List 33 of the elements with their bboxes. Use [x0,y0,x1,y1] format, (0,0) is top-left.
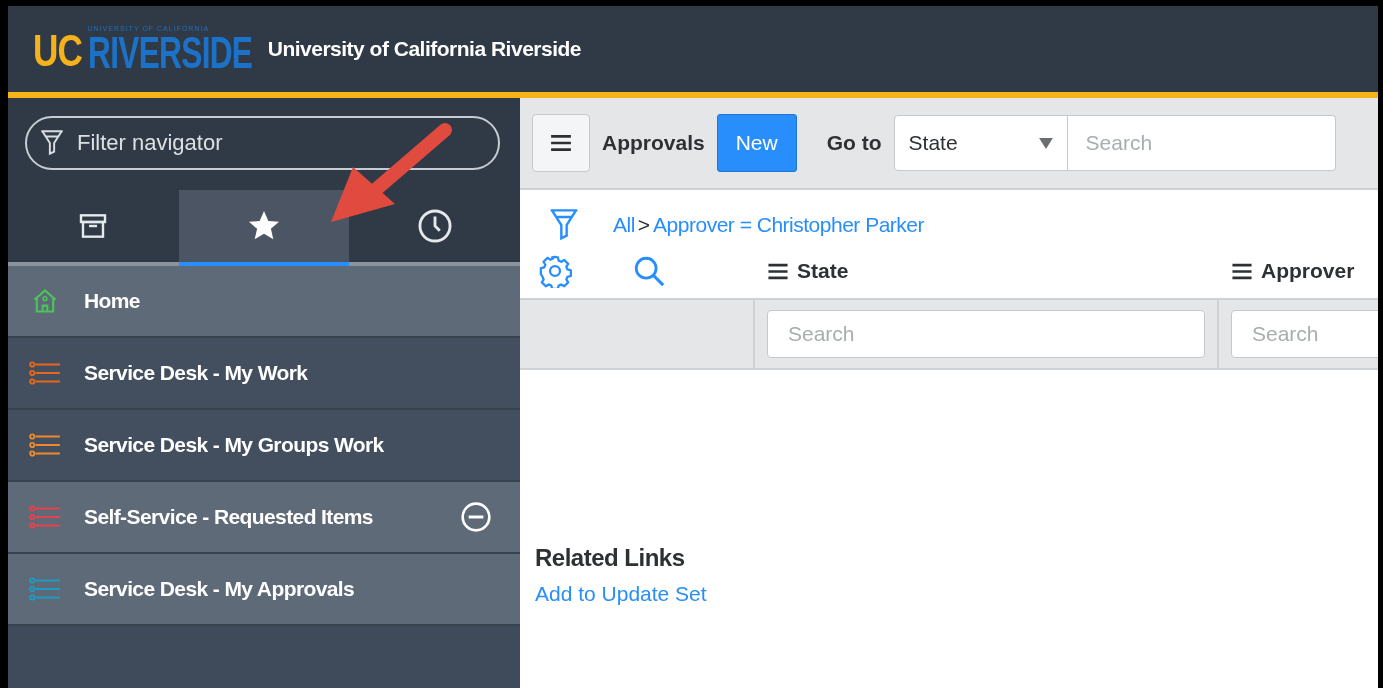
column-header[interactable]: State [753,259,863,283]
column-search-field[interactable]: Search [1231,310,1378,358]
nav-item[interactable]: Home [8,266,520,338]
breadcrumb-separator: > [637,213,651,237]
related-link[interactable]: Add to Update Set [535,582,707,606]
nav-item[interactable]: Service Desk - My Work [8,338,520,410]
new-button[interactable]: New [716,114,797,172]
section-heading: Related Links [535,544,685,572]
list-title: Approvals [602,131,705,155]
column-header[interactable]: Approver [1217,259,1369,283]
search-icon[interactable] [632,254,666,288]
nav-item[interactable]: Service Desk - My Groups Work [8,410,520,482]
dropdown-arrow-icon [1038,137,1053,149]
remove-icon[interactable] [460,501,492,533]
column-menu-icon [767,262,789,280]
menu-icon [550,134,572,152]
filter-field[interactable]: Filter navigator [25,116,500,170]
logo-name: RIVERSIDE [87,31,252,74]
column-search-field[interactable]: Search [767,310,1205,358]
search-field[interactable]: Search [1067,115,1336,171]
field-select[interactable]: State [893,115,1068,171]
star-tab[interactable] [178,190,350,266]
column-menu-icon [1231,262,1253,280]
filter-icon [39,128,65,158]
goto-label: Go to [826,131,882,155]
nav-item[interactable]: Self-Service - Requested Items [8,482,520,554]
breadcrumb-link[interactable]: All [613,213,635,237]
menu-button[interactable] [532,114,590,172]
nav-item[interactable]: Service Desk - My Approvals [8,554,520,626]
settings-icon[interactable] [538,254,572,288]
breadcrumb-link[interactable]: Approver = Christopher Parker [653,213,924,237]
logo-initials: UC [33,29,83,74]
site-title: University of California Riverside [267,37,581,61]
